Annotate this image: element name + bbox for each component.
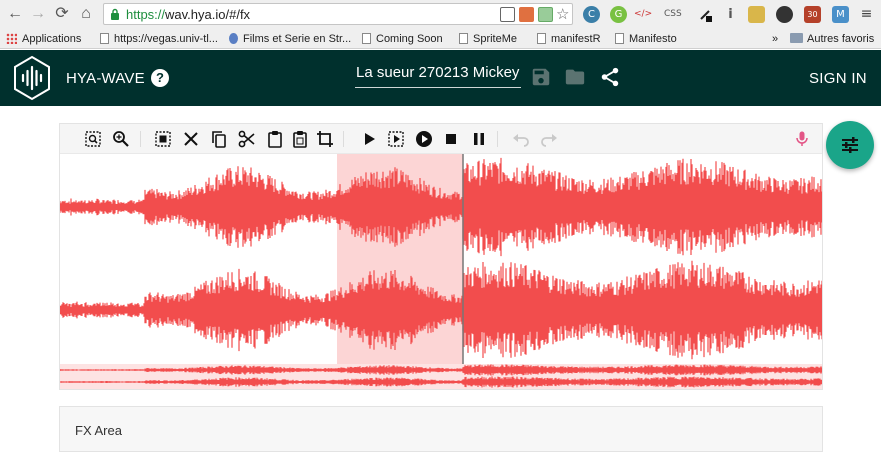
file-name-input[interactable]: La sueur 270213 Mickey xyxy=(355,64,521,88)
paste-special-icon[interactable] xyxy=(291,130,309,148)
json-ext-icon[interactable] xyxy=(538,7,553,22)
pause-icon[interactable] xyxy=(470,130,488,148)
evernote-icon[interactable]: G xyxy=(610,6,627,23)
page-icon xyxy=(537,33,546,44)
close-icon[interactable] xyxy=(182,130,200,148)
lock-icon xyxy=(111,8,119,20)
forward-arrow-icon[interactable]: → xyxy=(29,5,47,23)
bookmark-other-favorites[interactable]: Autres favoris xyxy=(790,32,874,46)
folder-icon xyxy=(790,33,803,43)
ublock-icon[interactable]: 30 xyxy=(804,6,821,23)
fx-area-label: FX Area xyxy=(75,423,122,438)
extension-m-icon[interactable]: M xyxy=(832,6,849,23)
folder-open-icon[interactable] xyxy=(564,66,586,88)
undo-icon[interactable] xyxy=(512,130,530,148)
zoom-selection-icon[interactable] xyxy=(84,130,102,148)
tune-icon xyxy=(842,137,858,153)
waveform-editor xyxy=(59,123,823,390)
page-icon xyxy=(615,33,624,44)
redo-icon[interactable] xyxy=(540,130,558,148)
paste-icon[interactable] xyxy=(266,130,284,148)
bookmarks-overflow[interactable]: » xyxy=(772,32,778,46)
fx-settings-button[interactable] xyxy=(826,121,874,169)
apps-grid-icon xyxy=(6,33,17,44)
angular-ext-icon[interactable] xyxy=(519,7,534,22)
bookmark-vegas[interactable]: https://vegas.univ-tl... xyxy=(100,32,218,46)
cut-icon[interactable] xyxy=(238,130,256,148)
css-icon[interactable]: CSS xyxy=(664,6,682,23)
address-bar[interactable]: https://wav.hya.io/#/fx ☆ xyxy=(103,3,573,25)
crop-icon[interactable] xyxy=(316,130,334,148)
page-icon xyxy=(362,33,371,44)
bookmark-manifesto[interactable]: Manifesto xyxy=(615,32,677,46)
reader-icon[interactable] xyxy=(500,7,515,22)
bookmark-spriteme[interactable]: SpriteMe xyxy=(459,32,517,46)
stop-icon[interactable] xyxy=(442,130,460,148)
save-icon[interactable] xyxy=(530,66,552,88)
home-icon[interactable]: ⌂ xyxy=(77,5,95,23)
app-title: HYA-WAVE xyxy=(66,70,145,87)
share-icon[interactable] xyxy=(599,66,621,88)
bookmarks-bar: Applications https://vegas.univ-tl... Fi… xyxy=(0,29,881,49)
reload-icon[interactable]: ⟳ xyxy=(53,5,71,23)
waveform-canvas[interactable] xyxy=(59,154,823,389)
browser-toolbar: ← → ⟳ ⌂ https://wav.hya.io/#/fx ☆ C G </… xyxy=(0,0,881,29)
code-icon[interactable]: </> xyxy=(634,6,652,23)
colorzilla-icon[interactable] xyxy=(776,6,793,23)
bookmark-manifestr[interactable]: manifestR xyxy=(537,32,601,46)
zoom-icon[interactable] xyxy=(112,130,130,148)
picker-icon[interactable] xyxy=(697,6,714,23)
ruler-icon[interactable] xyxy=(748,6,765,23)
page-icon xyxy=(459,33,468,44)
select-all-icon[interactable] xyxy=(154,130,172,148)
toolbar-divider xyxy=(497,131,498,147)
editor-toolbar xyxy=(60,124,822,154)
microphone-icon[interactable] xyxy=(793,130,811,148)
back-arrow-icon[interactable]: ← xyxy=(6,5,24,23)
url-text: https://wav.hya.io/#/fx xyxy=(126,7,251,22)
info-icon[interactable]: i xyxy=(722,6,739,23)
record-icon[interactable] xyxy=(415,130,433,148)
toolbar-divider xyxy=(343,131,344,147)
bookmark-films[interactable]: Films et Serie en Str... xyxy=(229,32,351,46)
fx-area: FX Area xyxy=(59,406,823,452)
hya-wave-logo[interactable] xyxy=(12,55,52,101)
bookmark-applications[interactable]: Applications xyxy=(6,32,81,46)
help-icon[interactable]: ? xyxy=(151,69,169,87)
bookmark-star-icon[interactable]: ☆ xyxy=(556,7,571,22)
toolbar-divider xyxy=(140,131,141,147)
play-icon[interactable] xyxy=(360,130,378,148)
page-icon xyxy=(100,33,109,44)
sign-in-button[interactable]: SIGN IN xyxy=(809,70,867,87)
waveform-graphic[interactable] xyxy=(59,154,823,389)
extension-c-icon[interactable]: C xyxy=(583,6,600,23)
bookmark-coming-soon[interactable]: Coming Soon xyxy=(362,32,443,46)
menu-icon[interactable]: ≡ xyxy=(858,6,875,23)
play-selection-icon[interactable] xyxy=(387,130,405,148)
play-icon xyxy=(229,33,238,44)
copy-icon[interactable] xyxy=(210,130,228,148)
